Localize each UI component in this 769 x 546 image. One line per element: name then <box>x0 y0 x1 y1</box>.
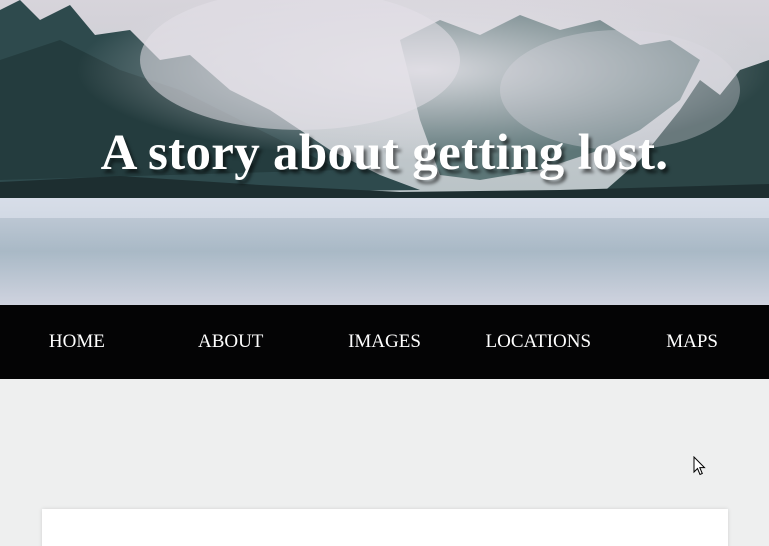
mouse-pointer-icon <box>693 456 706 476</box>
nav-item-maps[interactable]: MAPS <box>615 305 769 379</box>
main-navigation: HOME ABOUT IMAGES LOCATIONS MAPS <box>0 305 769 379</box>
nav-item-locations[interactable]: LOCATIONS <box>461 305 615 379</box>
nav-item-about[interactable]: ABOUT <box>154 305 308 379</box>
nav-item-home[interactable]: HOME <box>0 305 154 379</box>
nav-item-images[interactable]: IMAGES <box>308 305 462 379</box>
hero-banner: A story about getting lost. <box>0 0 769 305</box>
hero-title: A story about getting lost. <box>100 125 669 181</box>
content-card <box>42 509 728 546</box>
